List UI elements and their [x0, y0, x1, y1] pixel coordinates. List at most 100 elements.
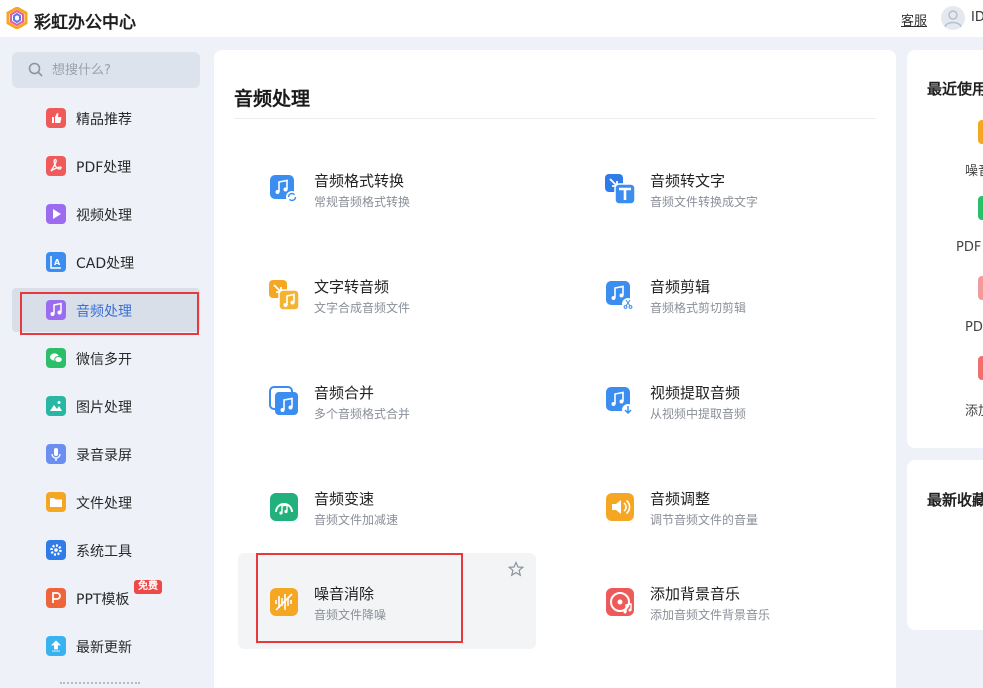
tool-name: 音频变速	[314, 490, 375, 508]
favorites-panel: 最新收藏	[907, 460, 983, 630]
star-icon[interactable]	[508, 561, 524, 577]
tool-audio-speed[interactable]: 音频变速 音频文件加减速	[238, 462, 536, 558]
cad-icon: A	[46, 252, 66, 272]
sidebar-item-video[interactable]: 视频处理	[12, 192, 200, 236]
tool-desc: 音频文件降噪	[314, 608, 387, 622]
video-extract-audio-icon	[606, 387, 634, 416]
tool-desc: 音频文件加减速	[314, 513, 399, 527]
audio-convert-icon	[270, 175, 298, 203]
tool-desc: 文字合成音频文件	[314, 301, 411, 315]
sidebar-item-label: 图片处理	[76, 400, 132, 416]
thumbs-up-icon	[46, 108, 66, 128]
search-input[interactable]	[52, 60, 192, 80]
tool-text-to-audio[interactable]: 文字转音频 文字合成音频文件	[238, 250, 536, 346]
sidebar-item-label: PDF处理	[76, 160, 132, 176]
tool-audio-format-convert[interactable]: 音频格式转换 常规音频格式转换	[238, 144, 536, 240]
tool-name: 噪音消除	[314, 585, 375, 603]
tool-audio-cut[interactable]: 音频剪辑 音频格式剪切剪辑	[574, 250, 872, 346]
audio-merge-icon	[269, 386, 298, 415]
sidebar-item-audio[interactable]: 音频处理	[12, 288, 200, 332]
tool-desc: 多个音频格式合并	[314, 407, 411, 421]
tool-name: 音频调整	[650, 490, 711, 508]
search-icon	[28, 62, 43, 77]
recent-title: 最近使用	[927, 80, 983, 98]
sidebar-item-label: 精品推荐	[76, 112, 132, 128]
free-badge: 免费	[134, 580, 162, 594]
upload-arrow-icon	[46, 636, 66, 656]
background-music-icon[interactable]	[978, 356, 983, 380]
tool-add-background-music[interactable]: 添加背景音乐 添加音频文件背景音乐	[574, 553, 872, 649]
rainbow-logo-icon	[6, 7, 28, 29]
video-play-icon	[46, 204, 66, 224]
app-title: 彩虹办公中心	[34, 13, 136, 33]
tool-name: 音频转文字	[650, 172, 726, 190]
pdf-tool-icon[interactable]	[978, 276, 983, 300]
tool-name: 音频剪辑	[650, 278, 711, 296]
recent-item-label[interactable]: 噪音	[965, 160, 983, 179]
customer-service-link[interactable]: 客服	[901, 10, 927, 29]
recent-item-label[interactable]: PDF	[956, 240, 981, 255]
text-to-audio-icon	[269, 280, 300, 311]
sidebar-overflow-hint	[60, 682, 140, 688]
user-id[interactable]: ID	[971, 10, 983, 25]
sidebar-item-label: PPT模板	[76, 592, 130, 608]
search-box[interactable]	[12, 52, 200, 88]
folder-icon	[46, 492, 66, 512]
top-bar: 彩虹办公中心 客服 ID	[0, 0, 983, 37]
recent-item-label[interactable]: 添加	[965, 400, 983, 419]
audio-to-text-icon	[605, 174, 636, 205]
sidebar-item-record[interactable]: 录音录屏	[12, 432, 200, 476]
sidebar-item-label: 音频处理	[76, 304, 132, 320]
tool-audio-to-text[interactable]: 音频转文字 音频文件转换成文字	[574, 144, 872, 240]
tool-desc: 音频格式剪切剪辑	[650, 301, 747, 315]
sidebar-item-updates[interactable]: 最新更新	[12, 624, 200, 668]
microphone-icon	[46, 444, 66, 464]
sidebar-item-label: 视频处理	[76, 208, 132, 224]
sidebar-item-label: CAD处理	[76, 256, 135, 272]
sidebar-item-image[interactable]: 图片处理	[12, 384, 200, 428]
recent-panel: 最近使用 噪音 PDF PD 添加	[907, 50, 983, 448]
tool-name: 文字转音频	[314, 278, 390, 296]
divider	[234, 118, 876, 119]
tool-desc: 添加音频文件背景音乐	[650, 608, 771, 622]
tool-audio-adjust[interactable]: 音频调整 调节音频文件的音量	[574, 462, 872, 558]
sidebar-item-file[interactable]: 文件处理	[12, 480, 200, 524]
sidebar-item-pdf[interactable]: PDF处理	[12, 144, 200, 188]
tool-audio-merge[interactable]: 音频合并 多个音频格式合并	[238, 356, 536, 452]
background-music-icon	[606, 588, 634, 616]
page-title: 音频处理	[234, 88, 311, 110]
tool-name: 添加背景音乐	[650, 585, 741, 603]
sidebar-item-cad[interactable]: A CAD处理	[12, 240, 200, 284]
tool-desc: 音频文件转换成文字	[650, 195, 759, 209]
gear-icon	[46, 540, 66, 560]
tool-name: 音频合并	[314, 384, 375, 402]
favorites-title: 最新收藏	[927, 491, 983, 509]
sidebar-item-label: 微信多开	[76, 352, 132, 368]
sidebar-item-label: 文件处理	[76, 496, 132, 512]
sidebar-item-label: 最新更新	[76, 640, 132, 656]
noise-reduction-icon[interactable]	[978, 120, 983, 144]
tool-name: 音频格式转换	[314, 172, 405, 190]
pdf-icon	[46, 156, 66, 176]
pdf-tool-icon[interactable]	[978, 196, 983, 220]
tool-video-extract-audio[interactable]: 视频提取音频 从视频中提取音频	[574, 356, 872, 452]
tool-noise-reduction[interactable]: 噪音消除 音频文件降噪	[238, 553, 536, 649]
user-icon	[944, 10, 962, 28]
sidebar-item-label: 录音录屏	[76, 448, 132, 464]
wechat-icon	[46, 348, 66, 368]
volume-icon	[606, 493, 634, 521]
noise-reduction-icon	[270, 588, 298, 616]
sidebar-item-label: 系统工具	[76, 544, 132, 560]
sidebar-item-ppt[interactable]: PPT模板 免费	[12, 576, 200, 620]
sidebar-item-system[interactable]: 系统工具	[12, 528, 200, 572]
sidebar-item-featured[interactable]: 精品推荐	[12, 96, 200, 140]
recent-item-label[interactable]: PD	[965, 320, 983, 335]
tool-desc: 调节音频文件的音量	[650, 513, 759, 527]
audio-speed-icon	[270, 493, 298, 521]
audio-cut-icon	[606, 281, 634, 310]
sidebar-item-wechat[interactable]: 微信多开	[12, 336, 200, 380]
image-icon	[46, 396, 66, 416]
main-panel: 音频处理 音频格式转换 常规音频格式转换 音频转文字 音频文件转换成文字 文字转…	[214, 50, 896, 688]
tool-desc: 从视频中提取音频	[650, 407, 747, 421]
avatar[interactable]	[941, 6, 965, 30]
